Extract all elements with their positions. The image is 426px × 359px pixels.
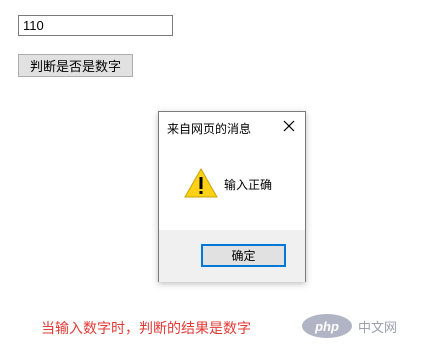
watermark-site-text: 中文网 xyxy=(358,320,398,336)
number-input[interactable] xyxy=(18,15,173,36)
alert-dialog: 来自网页的消息 输入正确 确定 xyxy=(158,111,306,282)
dialog-body: 输入正确 xyxy=(159,144,305,230)
dialog-footer: 确定 xyxy=(159,230,305,282)
php-logo: php xyxy=(302,314,352,338)
dialog-message: 输入正确 xyxy=(224,178,273,192)
ok-button[interactable]: 确定 xyxy=(201,244,286,267)
warning-icon xyxy=(184,167,218,198)
watermark: php 中文网 xyxy=(302,314,397,338)
close-icon[interactable] xyxy=(281,118,297,134)
dialog-title: 来自网页的消息 xyxy=(167,122,252,136)
check-number-button[interactable]: 判断是否是数字 xyxy=(18,54,133,77)
result-caption: 当输入数字时，判断的结果是数字 xyxy=(41,321,251,337)
